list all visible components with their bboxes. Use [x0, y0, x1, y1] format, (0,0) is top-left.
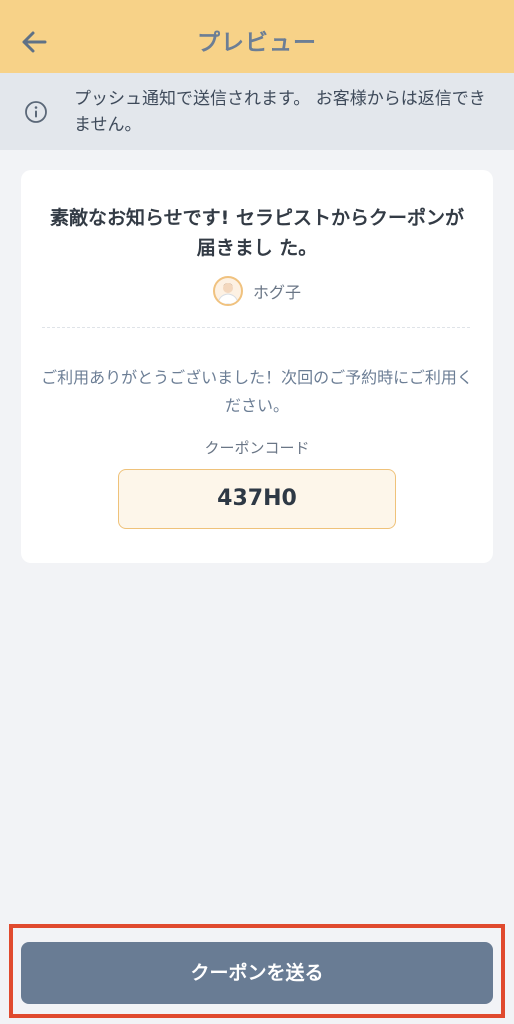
sender-name: ホグ子	[252, 283, 301, 302]
send-coupon-button[interactable]: クーポンを送る	[21, 942, 493, 1004]
coupon-preview-card: 素敵なお知らせです! セラピストからクーポンが届きまし た。 ホグ子 ご利用あり…	[21, 170, 493, 563]
avatar	[212, 276, 243, 306]
divider	[42, 327, 470, 328]
app-header: プレビュー	[0, 0, 514, 73]
person-avatar-icon	[217, 283, 239, 304]
info-icon	[25, 101, 47, 123]
notice-text: プッシュ通知で送信されます。 お客様からは返信できません。	[74, 89, 486, 135]
notice-banner: プッシュ通知で送信されます。 お客様からは返信できません。	[0, 73, 514, 150]
coupon-code-label: クーポンコード	[204, 439, 310, 457]
coupon-message: ご利用ありがとうございました！次回のご予約時にご利用ください。	[41, 368, 473, 415]
coupon-code-box: 437H0	[118, 469, 396, 529]
sender-info: ホグ子	[21, 275, 493, 307]
card-title: 素敵なお知らせです! セラピストからクーポンが届きまし た。	[50, 207, 464, 259]
